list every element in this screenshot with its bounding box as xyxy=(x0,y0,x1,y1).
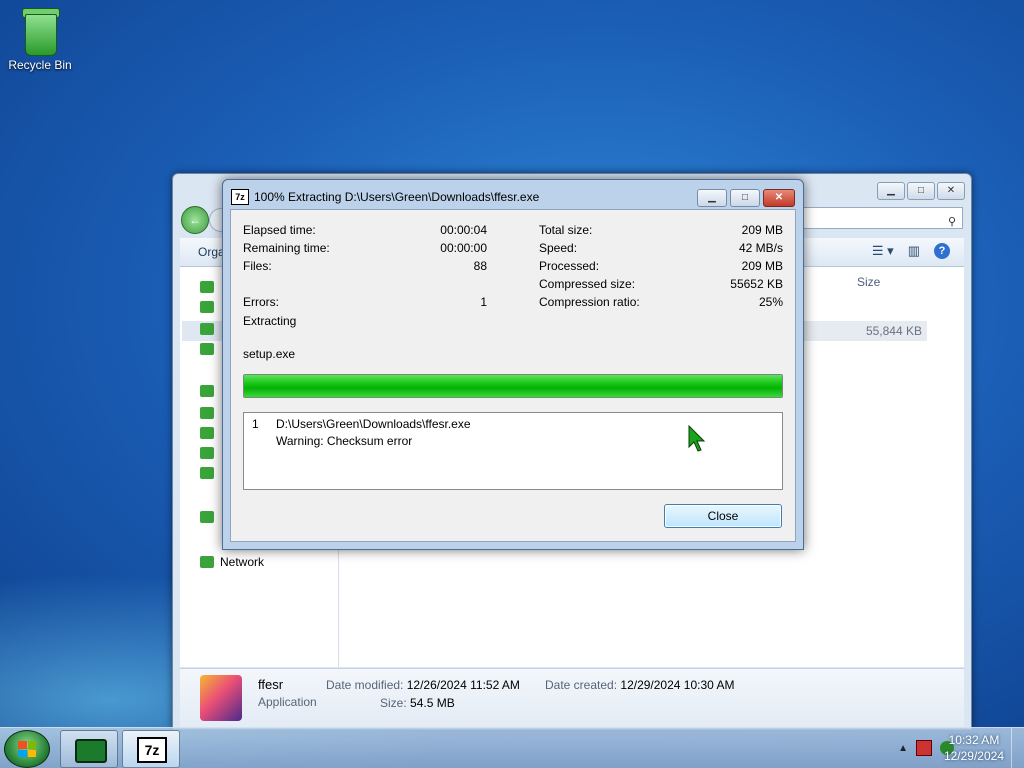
compressed-size-value: 55652 KB xyxy=(730,277,783,291)
dialog-title: 100% Extracting D:\Users\Green\Downloads… xyxy=(254,190,540,204)
total-size-value: 209 MB xyxy=(741,223,783,237)
compression-ratio-value: 25% xyxy=(758,295,783,309)
back-arrow-icon[interactable]: ← xyxy=(181,206,209,234)
errors-label: Errors: xyxy=(243,295,279,309)
network-status-icon[interactable] xyxy=(916,740,932,756)
organize-button[interactable]: Orga xyxy=(198,245,225,259)
speed-label: Speed: xyxy=(539,241,578,255)
7zip-logo-icon: 7z xyxy=(231,189,249,205)
compression-ratio-label: Compression ratio: xyxy=(539,295,640,309)
nav-item[interactable] xyxy=(200,427,214,439)
details-pane: ffesr Application Date modified: 12/26/2… xyxy=(180,668,964,727)
taskbar: 7z ▲ 10:32 AM 12/29/2024 xyxy=(0,727,1024,768)
remaining-time-label: Remaining time: xyxy=(243,241,330,255)
maximize-button[interactable]: □ xyxy=(730,189,760,207)
log-index: 1 xyxy=(252,417,259,431)
processed-label: Processed: xyxy=(539,259,600,273)
extraction-dialog: 7z 100% Extracting D:\Users\Green\Downlo… xyxy=(222,179,804,550)
library-icon xyxy=(200,385,214,397)
view-options-icon[interactable]: ☰ ▾ xyxy=(872,243,894,259)
explorer-window-controls: ▁ □ ✕ xyxy=(877,182,965,200)
details-date-modified: Date modified: 12/26/2024 11:52 AM xyxy=(326,678,520,692)
computer-icon xyxy=(200,511,214,523)
recycle-bin-desktop-icon[interactable]: Recycle Bin xyxy=(6,6,74,72)
speed-value: 42 MB/s xyxy=(738,241,783,255)
details-file-type: Application xyxy=(258,695,317,709)
column-header-size[interactable]: Size xyxy=(857,275,880,289)
library-icon xyxy=(200,407,214,419)
errors-value: 1 xyxy=(480,295,487,309)
nav-computer[interactable] xyxy=(200,511,214,523)
help-icon[interactable]: ? xyxy=(934,243,950,259)
nav-item[interactable] xyxy=(200,301,214,313)
recycle-bin-icon xyxy=(19,6,61,56)
search-icon: ⚲ xyxy=(947,216,956,228)
files-value: 88 xyxy=(473,259,487,273)
nav-item[interactable] xyxy=(200,343,214,355)
log-warning: Warning: Checksum error xyxy=(276,434,413,448)
folder-icon xyxy=(200,301,214,313)
application-icon xyxy=(200,675,242,721)
close-window-button[interactable]: ✕ xyxy=(763,189,795,207)
minimize-button[interactable]: ▁ xyxy=(877,182,905,200)
minimize-button[interactable]: ▁ xyxy=(697,189,727,207)
dialog-title-bar: 7z 100% Extracting D:\Users\Green\Downlo… xyxy=(231,189,539,205)
nav-item[interactable] xyxy=(200,467,214,479)
elapsed-time-label: Elapsed time: xyxy=(243,223,316,237)
star-icon xyxy=(200,281,214,293)
7zip-app-icon: 7z xyxy=(137,737,167,763)
progress-bar xyxy=(243,374,783,398)
network-icon xyxy=(200,556,214,568)
maximize-button[interactable]: □ xyxy=(907,182,935,200)
total-size-label: Total size: xyxy=(539,223,593,237)
elapsed-time-value: 00:00:04 xyxy=(440,223,487,237)
library-icon xyxy=(200,427,214,439)
details-date-created: Date created: 12/29/2024 10:30 AM xyxy=(545,678,735,692)
recycle-bin-label: Recycle Bin xyxy=(8,58,72,72)
dialog-body: Elapsed time: 00:00:04 Remaining time: 0… xyxy=(230,209,796,542)
dialog-window-controls: ▁ □ ✕ xyxy=(697,189,795,207)
folder-icon xyxy=(200,323,214,335)
mouse-cursor-icon xyxy=(688,425,706,452)
clock-date: 12/29/2024 xyxy=(943,749,1004,763)
remaining-time-value: 00:00:00 xyxy=(440,241,487,255)
processed-value: 209 MB xyxy=(741,259,783,273)
compressed-size-label: Compressed size: xyxy=(539,277,636,291)
nav-favorites[interactable] xyxy=(200,281,214,293)
folder-icon xyxy=(200,343,214,355)
nav-item-downloads[interactable] xyxy=(200,323,214,335)
library-icon xyxy=(200,447,214,459)
details-file-name: ffesr xyxy=(258,677,284,692)
preview-pane-icon[interactable]: ▥ xyxy=(908,243,920,259)
close-button[interactable]: ✕ xyxy=(937,182,965,200)
nav-item[interactable] xyxy=(200,447,214,459)
start-button[interactable] xyxy=(4,730,50,768)
details-size: Size: 54.5 MB xyxy=(380,696,455,710)
close-button[interactable]: Close xyxy=(664,504,782,528)
files-label: Files: xyxy=(243,259,272,273)
status-text: Extracting xyxy=(243,314,297,328)
log-path: D:\Users\Green\Downloads\ffesr.exe xyxy=(276,417,471,431)
nav-network-label: Network xyxy=(220,555,265,569)
current-file: setup.exe xyxy=(243,347,296,361)
library-icon xyxy=(200,467,214,479)
taskbar-explorer-button[interactable] xyxy=(60,730,118,768)
row-size-value: 55,844 KB xyxy=(865,324,922,338)
nav-network[interactable]: Network xyxy=(200,555,264,569)
progress-bar-fill xyxy=(244,375,782,397)
nav-libraries[interactable] xyxy=(200,385,214,397)
windows-logo-icon xyxy=(18,741,36,757)
show-hidden-icons-icon[interactable]: ▲ xyxy=(898,743,908,754)
clock-time: 10:32 AM xyxy=(948,733,1000,747)
taskbar-7zip-button[interactable]: 7z xyxy=(122,730,180,768)
clock[interactable]: 10:32 AM 12/29/2024 xyxy=(944,732,1004,764)
show-desktop-button[interactable] xyxy=(1011,728,1024,768)
nav-item[interactable] xyxy=(200,407,214,419)
explorer-app-icon xyxy=(75,739,107,763)
